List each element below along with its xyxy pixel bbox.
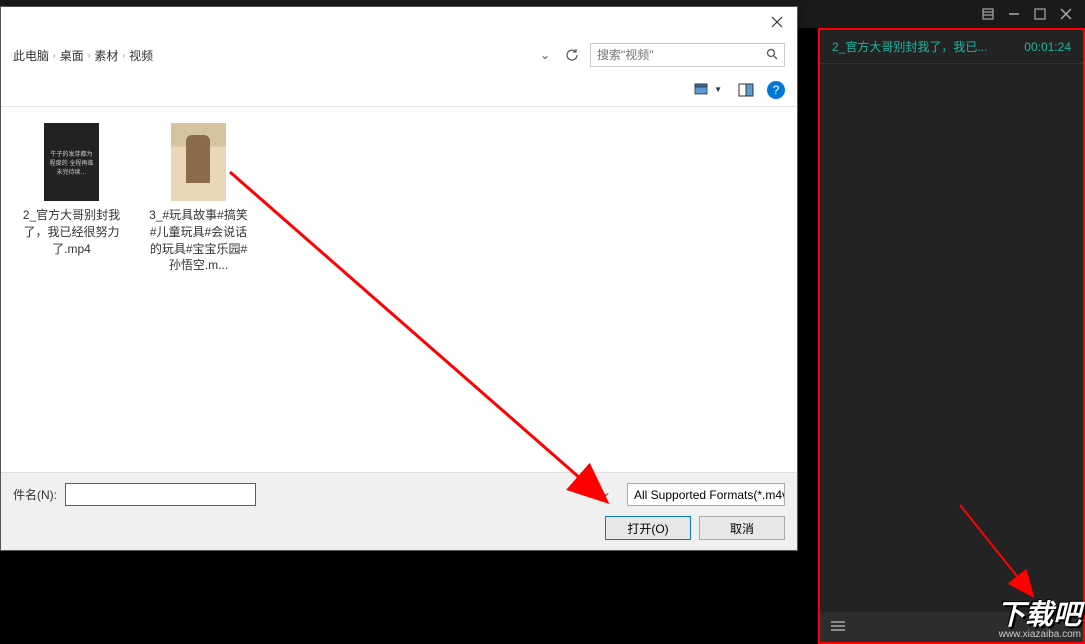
watermark-text: 下载吧 — [997, 601, 1081, 629]
dialog-close-icon[interactable] — [765, 10, 789, 34]
menu-icon[interactable] — [830, 619, 846, 636]
file-name-label: 3_#玩具故事#搞笑#儿童玩具#会说话的玩具#宝宝乐园#孙悟空.m... — [146, 207, 251, 274]
breadcrumb-item[interactable]: 视频 — [129, 47, 153, 64]
breadcrumb-dropdown-icon[interactable]: ⌄ — [536, 48, 554, 62]
watermark: 下载吧 www.xiazaiba.com — [997, 601, 1081, 640]
format-select-value: All Supported Formats(*.m4v — [634, 488, 785, 502]
breadcrumb-item[interactable]: 素材 — [94, 47, 118, 64]
list-icon[interactable] — [975, 1, 1001, 27]
view-mode-button[interactable]: ▼ — [689, 79, 727, 101]
chevron-down-icon: ▼ — [714, 85, 722, 94]
preview-pane-button[interactable] — [733, 79, 761, 101]
help-icon[interactable]: ? — [767, 81, 785, 99]
file-item[interactable]: 牛子的发芽都为程度的 全程再临 未完待续… 2_官方大哥别封我了，我已经很努力了… — [19, 123, 124, 257]
playlist-panel: 2_官方大哥别封我了，我已... 00:01:24 — [818, 28, 1085, 644]
breadcrumb: 此电脑 › 桌面 › 素材 › 视频 — [13, 47, 528, 64]
playlist-header[interactable]: 2_官方大哥别封我了，我已... 00:01:24 — [820, 30, 1083, 64]
file-item[interactable]: 3_#玩具故事#搞笑#儿童玩具#会说话的玩具#宝宝乐园#孙悟空.m... — [146, 123, 251, 274]
minimize-icon[interactable] — [1001, 1, 1027, 27]
breadcrumb-item[interactable]: 此电脑 — [13, 47, 49, 64]
format-select[interactable]: All Supported Formats(*.m4v ⌄ — [627, 483, 785, 506]
maximize-icon[interactable] — [1027, 1, 1053, 27]
file-list-area[interactable]: 牛子的发芽都为程度的 全程再临 未完待续… 2_官方大哥别封我了，我已经很努力了… — [1, 107, 797, 472]
file-thumbnail — [171, 123, 226, 201]
file-name-label: 2_官方大哥别封我了，我已经很努力了.mp4 — [19, 207, 124, 257]
dialog-footer: 件名(N): All Supported Formats(*.m4v ⌄ 打开(… — [1, 472, 797, 550]
dialog-toolbar: ▼ ? — [1, 73, 797, 107]
search-box — [590, 43, 785, 67]
window-controls — [975, 1, 1079, 27]
file-open-dialog: 此电脑 › 桌面 › 素材 › 视频 ⌄ ▼ ? — [0, 6, 798, 551]
playlist-item-duration: 00:01:24 — [1024, 40, 1071, 54]
chevron-right-icon: › — [122, 51, 125, 60]
open-button[interactable]: 打开(O) — [605, 516, 691, 540]
close-icon[interactable] — [1053, 1, 1079, 27]
file-thumbnail: 牛子的发芽都为程度的 全程再临 未完待续… — [44, 123, 99, 201]
dialog-nav-bar: 此电脑 › 桌面 › 素材 › 视频 ⌄ — [1, 37, 797, 73]
dialog-titlebar — [1, 7, 797, 37]
cancel-button[interactable]: 取消 — [699, 516, 785, 540]
watermark-url: www.xiazaiba.com — [997, 629, 1081, 640]
filename-label: 件名(N): — [13, 486, 57, 503]
playlist-item-title: 2_官方大哥别封我了，我已... — [832, 38, 987, 55]
chevron-right-icon: › — [53, 51, 56, 60]
chevron-right-icon: › — [88, 51, 91, 60]
search-icon[interactable] — [766, 48, 778, 63]
filename-input[interactable] — [65, 483, 256, 506]
breadcrumb-item[interactable]: 桌面 — [60, 47, 84, 64]
refresh-icon[interactable] — [562, 45, 582, 65]
search-input[interactable] — [597, 48, 760, 62]
